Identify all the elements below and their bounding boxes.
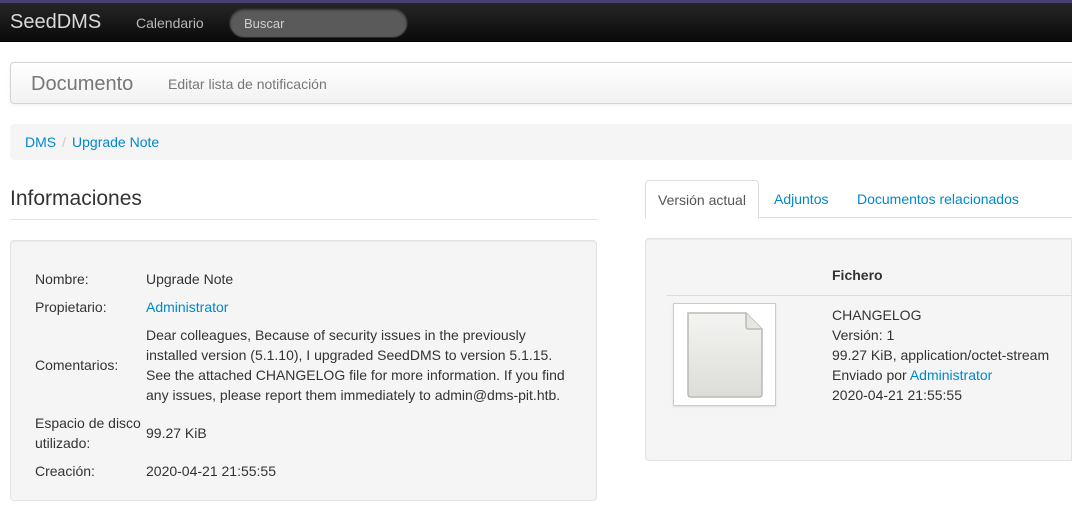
file-column-header: Fichero <box>832 267 883 283</box>
name-value: Upgrade Note <box>146 271 234 287</box>
created-label: Creación: <box>35 463 95 479</box>
file-sent-by: Enviado por Administrator <box>832 365 1049 385</box>
info-heading: Informaciones <box>10 187 598 220</box>
file-date: 2020-04-21 21:55:55 <box>832 387 962 403</box>
current-version-panel: Fichero CHANGELOG Versión: 1 99.27 KiB, … <box>645 238 1072 461</box>
info-row-created: Creación: 2020-04-21 21:55:55 <box>35 457 576 485</box>
nav-calendar-link[interactable]: Calendario <box>136 15 204 31</box>
tab-attachments[interactable]: Adjuntos <box>762 180 840 218</box>
breadcrumb: DMS / Upgrade Note <box>10 124 1072 160</box>
file-name: CHANGELOG <box>832 307 922 323</box>
owner-link[interactable]: Administrator <box>146 299 228 315</box>
info-row-name: Nombre: Upgrade Note <box>35 265 576 293</box>
file-size-type: 99.27 KiB, application/octet-stream <box>832 347 1050 363</box>
page-title: Documento <box>31 73 134 95</box>
sent-by-label: Enviado por <box>832 367 907 383</box>
edit-notification-list-link[interactable]: Editar lista de notificación <box>168 76 327 92</box>
comments-label: Comentarios: <box>35 357 119 373</box>
created-value: 2020-04-21 21:55:55 <box>146 463 276 479</box>
search-input[interactable] <box>229 8 408 38</box>
file-table-header: Fichero <box>666 239 1072 296</box>
name-label: Nombre: <box>35 271 89 287</box>
info-panel: Nombre: Upgrade Note Propietario: Admini… <box>10 240 597 501</box>
comments-value: Dear colleagues, Because of security iss… <box>146 327 565 403</box>
document-file-icon <box>687 312 763 398</box>
document-tabs: Versión actual Adjuntos Documentos relac… <box>645 180 1072 219</box>
info-row-comments: Comentarios: Dear colleagues, Because of… <box>35 321 576 409</box>
file-version: Versión: 1 <box>832 327 895 343</box>
disk-space-label: Espacio de disco utilizado: <box>35 415 141 451</box>
sent-by-user-link[interactable]: Administrator <box>910 367 992 383</box>
file-details: CHANGELOG Versión: 1 99.27 KiB, applicat… <box>832 305 1049 405</box>
top-navbar: SeedDMS Calendario <box>0 0 1072 42</box>
owner-label: Propietario: <box>35 299 107 315</box>
info-row-owner: Propietario: Administrator <box>35 293 576 321</box>
breadcrumb-item-document[interactable]: Upgrade Note <box>72 134 159 150</box>
info-table: Nombre: Upgrade Note Propietario: Admini… <box>35 265 576 485</box>
disk-space-value: 99.27 KiB <box>146 425 207 441</box>
file-thumbnail[interactable] <box>673 303 776 406</box>
breadcrumb-item-dms[interactable]: DMS <box>25 134 56 150</box>
document-subheader: Documento Editar lista de notificación <box>10 62 1072 104</box>
info-row-disk-space: Espacio de disco utilizado: 99.27 KiB <box>35 409 576 457</box>
tab-current-version[interactable]: Versión actual <box>645 180 759 219</box>
breadcrumb-separator: / <box>62 134 67 150</box>
tab-related-documents[interactable]: Documentos relacionados <box>845 180 1031 218</box>
brand-logo[interactable]: SeedDMS <box>10 11 101 34</box>
